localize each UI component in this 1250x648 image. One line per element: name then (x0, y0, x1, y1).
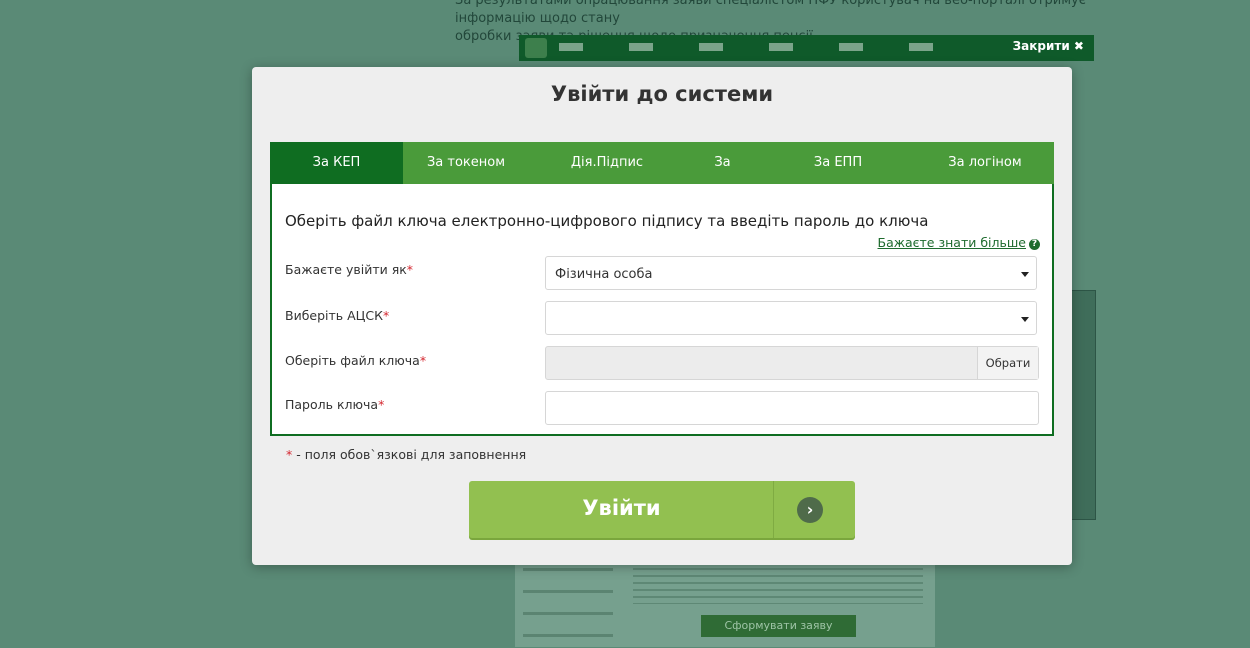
login-modal: Увійти до системи За КЕП За токеном Дія.… (252, 67, 1072, 565)
key-file-field[interactable]: Обрати (545, 346, 1039, 380)
chevron-down-icon (1021, 317, 1029, 322)
tab-login[interactable]: За логіном (916, 142, 1054, 184)
key-file-label: Оберіть файл ключа* (285, 353, 427, 368)
choose-file-button[interactable]: Обрати (977, 347, 1038, 379)
password-input[interactable] (545, 391, 1039, 425)
login-as-select[interactable]: Фізична особа (545, 256, 1037, 290)
background-header-bar: Закрити ✖ (519, 35, 1094, 61)
tab-kep[interactable]: За КЕП (270, 142, 403, 184)
password-label: Пароль ключа* (285, 397, 385, 412)
acsk-label: Виберіть АЦСК* (285, 308, 390, 323)
modal-title: Увійти до системи (550, 82, 774, 106)
tab-epp[interactable]: За ЕПП (760, 142, 916, 184)
chevron-right-icon: › (797, 497, 823, 523)
login-method-tabs: За КЕП За токеном Дія.Підпис За ID.GOV.U… (270, 142, 1054, 212)
background-generate-button: Сформувати заяву (701, 615, 856, 637)
help-icon: ? (1029, 239, 1040, 250)
tab-token[interactable]: За токеном (403, 142, 529, 184)
tab-diia-signature[interactable]: Дія.Підпис (529, 142, 685, 184)
acsk-select[interactable] (545, 301, 1037, 335)
background-form-preview: Сформувати заяву (515, 560, 935, 648)
tab-id-gov-ua[interactable]: За ID.GOV.UA (685, 142, 760, 212)
kep-form-panel: Оберіть файл ключа електронно-цифрового … (270, 184, 1054, 436)
login-as-label: Бажаєте увійти як* (285, 262, 414, 277)
background-steps-list (523, 568, 613, 648)
background-logo (525, 38, 547, 58)
login-button[interactable]: Увійти › (469, 481, 855, 538)
background-close-button[interactable]: Закрити ✖ (1013, 39, 1084, 53)
required-fields-note: * - поля обов`язкові для заповнення (286, 447, 527, 462)
background-nav-items (559, 43, 959, 51)
button-divider (773, 481, 774, 538)
chevron-down-icon (1021, 272, 1029, 277)
learn-more-link[interactable]: Бажаєте знати більше? (878, 235, 1040, 250)
form-heading: Оберіть файл ключа електронно-цифрового … (285, 212, 929, 230)
background-form-text (633, 568, 923, 604)
